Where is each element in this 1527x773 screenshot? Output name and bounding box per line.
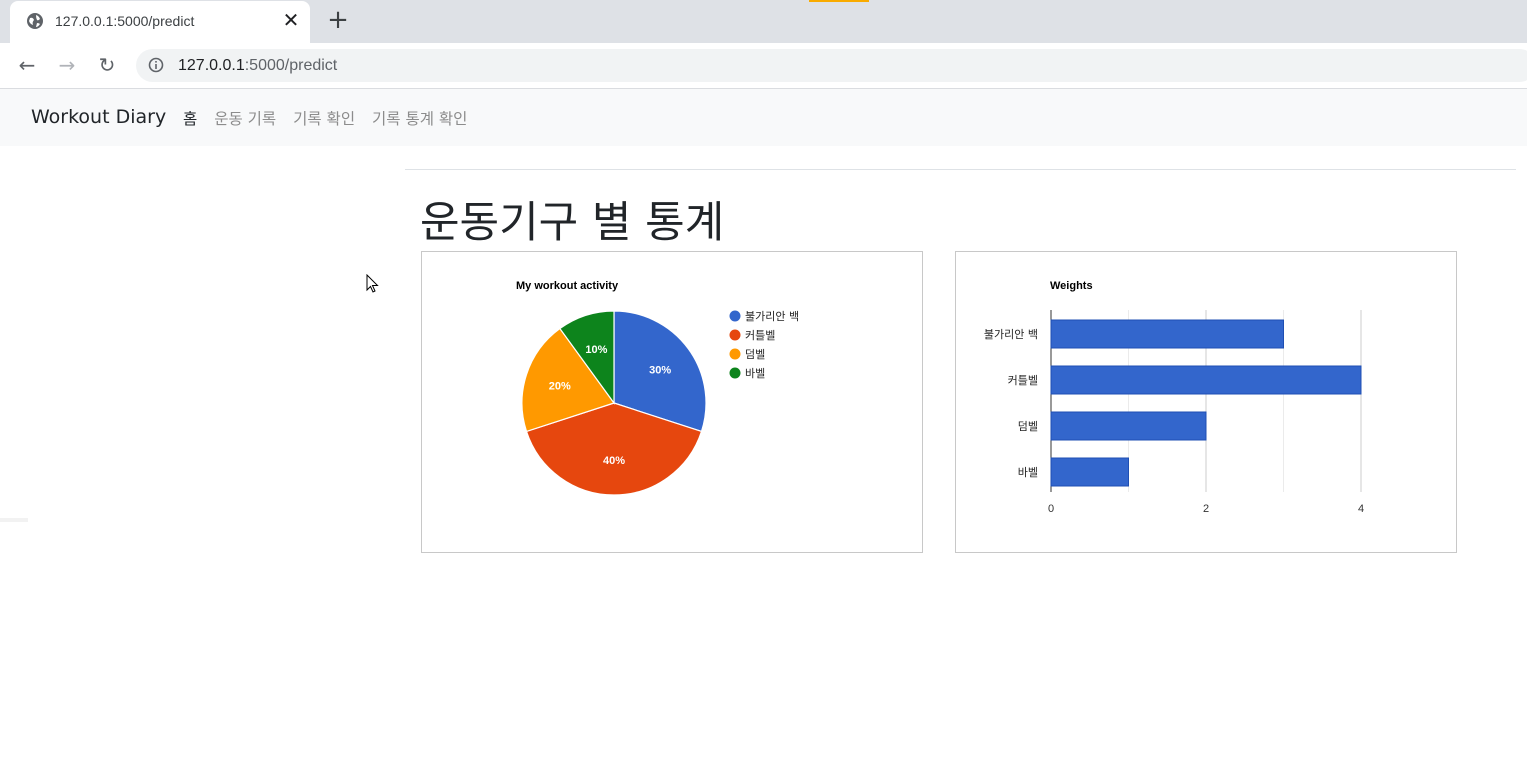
app-navbar: Workout Diary 홈 운동 기록 기록 확인 기록 통계 확인 xyxy=(0,89,1527,146)
legend-marker xyxy=(729,329,741,341)
page-title: 운동기구 별 통계 xyxy=(420,198,725,248)
tab-title: 127.0.0.1:5000/predict xyxy=(55,13,195,29)
info-icon[interactable] xyxy=(148,57,164,73)
edge-mark xyxy=(0,518,28,522)
globe-icon xyxy=(27,13,43,29)
pie-slice-label: 10% xyxy=(585,344,607,356)
bar-chart-title: Weights xyxy=(1050,280,1093,292)
bar[interactable] xyxy=(1050,365,1362,395)
navbar-brand[interactable]: Workout Diary xyxy=(31,106,166,128)
nav-links: 홈 운동 기록 기록 확인 기록 통계 확인 xyxy=(183,107,479,129)
bar-category-label: 덤벨 xyxy=(1018,420,1038,433)
close-icon[interactable]: ✕ xyxy=(280,9,302,31)
divider xyxy=(405,169,1516,170)
reload-icon[interactable]: ↻ xyxy=(95,53,119,77)
nav-link-record-stats[interactable]: 기록 통계 확인 xyxy=(372,110,467,128)
legend-marker xyxy=(729,367,741,379)
plus-icon[interactable]: + xyxy=(326,7,350,33)
bar[interactable] xyxy=(1050,319,1284,349)
bar[interactable] xyxy=(1050,457,1129,487)
legend-label: 불가리안 백 xyxy=(745,310,799,323)
browser-toolbar: ← → ↻ 127.0.0.1:5000/predict xyxy=(0,43,1527,89)
pie-chart: My workout activity 30% 40% 20% 10% 불가리안 백커… xyxy=(516,280,799,496)
nav-link-workout-record[interactable]: 운동 기록 xyxy=(214,110,276,128)
url-text[interactable]: 127.0.0.1:5000/predict xyxy=(178,57,337,75)
bar-chart-card: Weights 불가리안 백커틀벨덤벨바벨 0 2 4 xyxy=(955,251,1457,553)
x-tick-label: 4 xyxy=(1358,503,1364,515)
pie-slice-label: 20% xyxy=(549,380,571,392)
bar-category-label: 커틀벨 xyxy=(1008,374,1038,387)
tab-strip-accent xyxy=(809,0,869,2)
address-bar[interactable]: 127.0.0.1:5000/predict xyxy=(136,49,1527,82)
url-path: :5000/predict xyxy=(244,57,338,74)
browser-tab[interactable]: 127.0.0.1:5000/predict ✕ xyxy=(10,1,310,43)
bar-category-label: 바벨 xyxy=(1018,466,1038,479)
bar-category-label: 불가리안 백 xyxy=(984,328,1038,341)
pie-chart-card: My workout activity 30% 40% 20% 10% 불가리안 백커… xyxy=(421,251,923,553)
x-tick-label: 2 xyxy=(1203,503,1209,515)
legend-label: 커틀벨 xyxy=(745,329,775,342)
legend-marker xyxy=(729,348,741,360)
nav-link-record-check[interactable]: 기록 확인 xyxy=(293,110,355,128)
pie-slice-label: 40% xyxy=(603,455,625,467)
back-arrow-icon[interactable]: ← xyxy=(15,53,39,77)
mouse-cursor-icon xyxy=(366,274,379,293)
pie-chart-title: My workout activity xyxy=(516,280,619,292)
pie-slice-label: 30% xyxy=(649,364,671,376)
x-tick-label: 0 xyxy=(1048,503,1054,515)
legend-marker xyxy=(729,310,741,322)
legend-label: 바벨 xyxy=(745,367,765,380)
url-host: 127.0.0.1 xyxy=(178,57,245,74)
legend-label: 덤벨 xyxy=(745,348,765,361)
bar-chart: Weights 불가리안 백커틀벨덤벨바벨 0 2 4 xyxy=(984,280,1364,515)
bar[interactable] xyxy=(1050,411,1207,441)
nav-link-home[interactable]: 홈 xyxy=(183,110,197,128)
tab-strip: 127.0.0.1:5000/predict ✕ + xyxy=(0,0,1527,43)
forward-arrow-icon[interactable]: → xyxy=(55,53,79,77)
